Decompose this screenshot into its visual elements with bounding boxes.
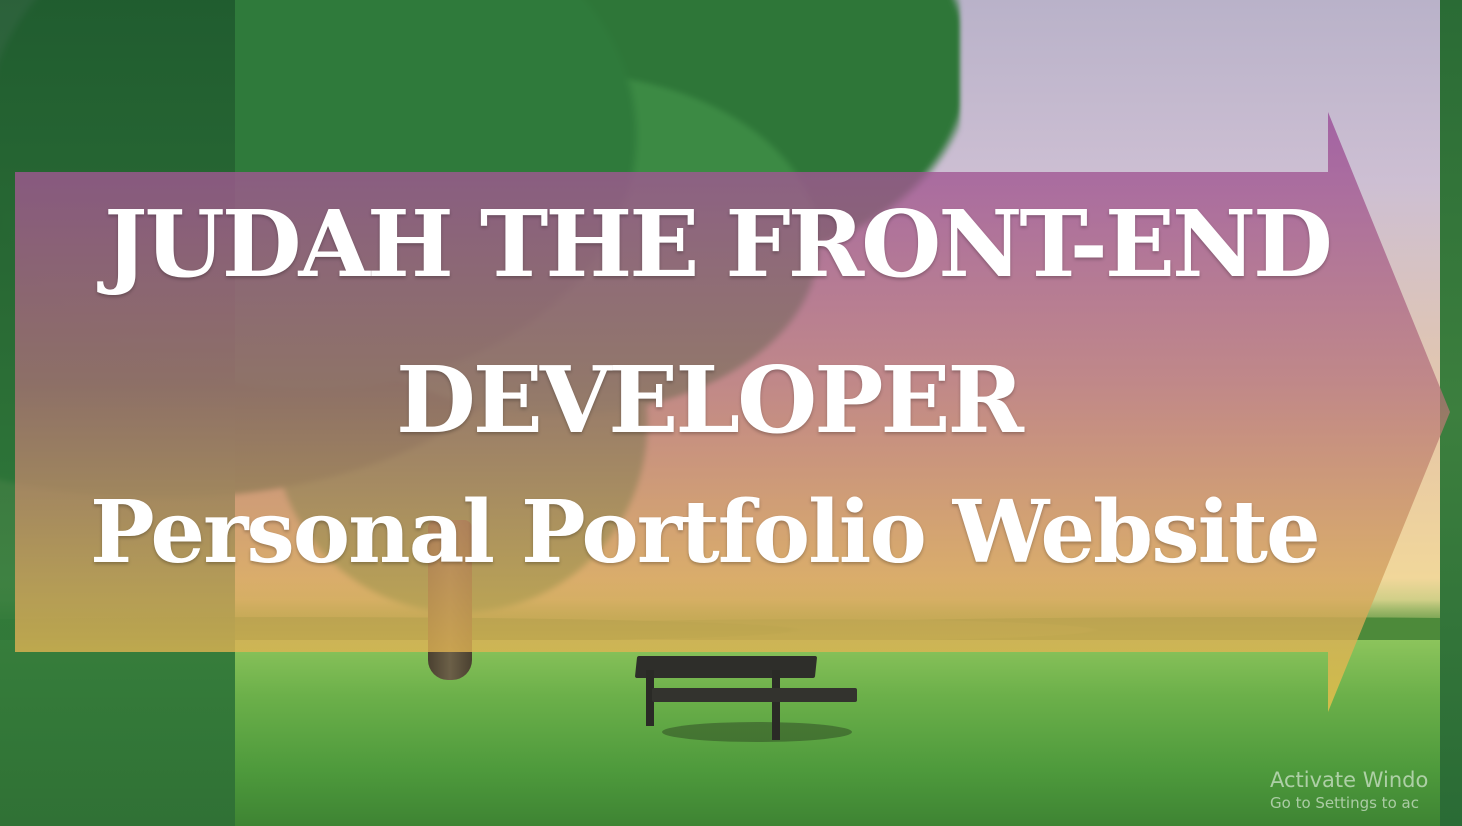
title-line-2: DEVELOPER — [396, 346, 1024, 454]
subtitle: Personal Portfolio Website — [90, 482, 1321, 583]
thumbnail-canvas: JUDAH THE FRONT-END DEVELOPER Personal P… — [0, 0, 1462, 826]
watermark-title: Activate Windo — [1270, 768, 1429, 792]
watermark-subtitle: Go to Settings to ac — [1270, 794, 1419, 812]
title-line-1: JUDAH THE FRONT-END — [104, 190, 1333, 298]
activate-windows-watermark: Activate Windo Go to Settings to ac — [1270, 768, 1428, 812]
